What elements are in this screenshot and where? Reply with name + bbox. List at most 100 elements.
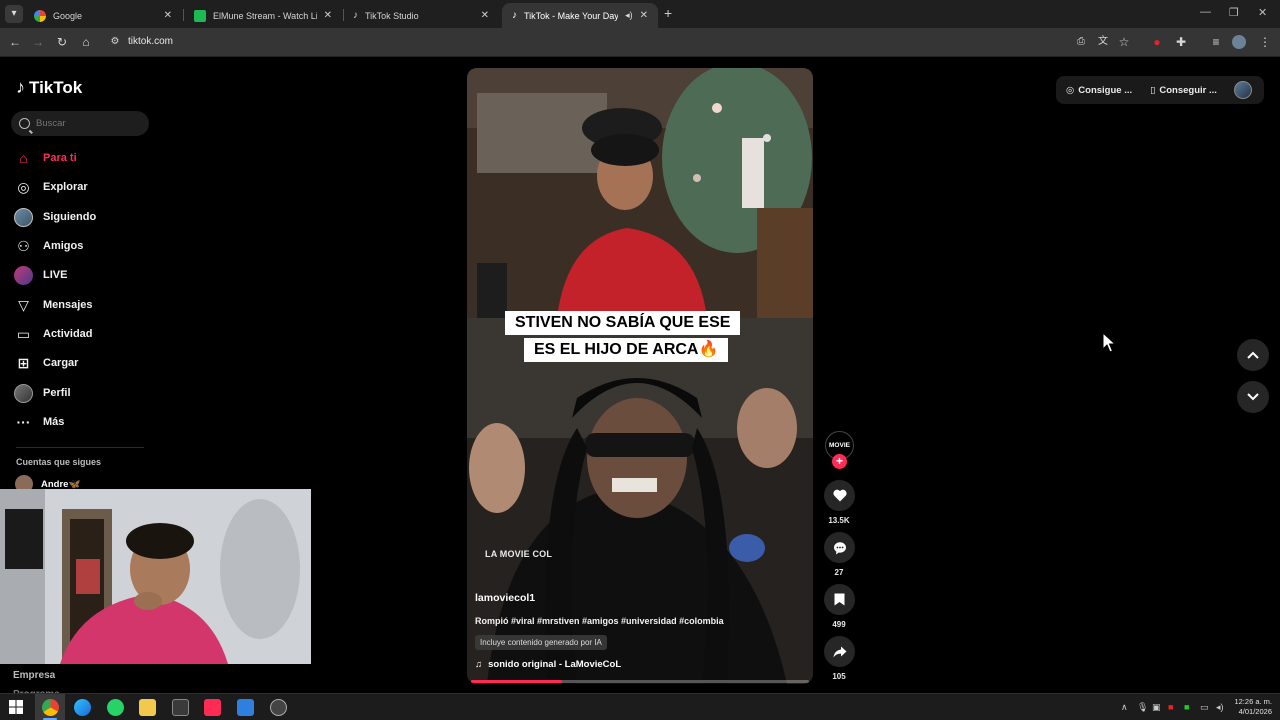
screen: { "browser": { "tabs": [ {"title": "Goog… (0, 0, 1280, 720)
extensions-puzzle-icon[interactable]: ✚ (1173, 34, 1189, 50)
comment-icon (833, 541, 846, 554)
site-info-icon[interactable]: ⚙ (107, 34, 123, 50)
creator-avatar-label: MOVIE (829, 442, 850, 449)
share-button[interactable] (824, 636, 855, 667)
footer-link-empresa[interactable]: Empresa (13, 670, 55, 681)
sidebar-item-mas[interactable]: ··· Más (14, 411, 65, 433)
following-avatar-icon (14, 207, 33, 227)
sidebar-item-actividad[interactable]: ▭ Actividad (14, 323, 93, 345)
sidebar-item-live[interactable]: LIVE (14, 264, 67, 286)
address-bar[interactable]: tiktok.com (128, 36, 173, 47)
video-player[interactable]: STIVEN NO SABÍA QUE ESE ES EL HIJO DE AR… (467, 68, 813, 684)
extension-record-icon[interactable]: ● (1149, 34, 1165, 50)
close-tab-icon[interactable]: ✕ (481, 10, 489, 21)
windows-taskbar: ∧ 🎙 ▣ ■ ■ ▭ ◂) 12:26 a. m. 4/01/2026 (0, 693, 1280, 720)
windows-start-icon[interactable] (8, 699, 25, 716)
comment-button[interactable] (824, 532, 855, 563)
close-tab-icon[interactable]: ✕ (640, 10, 648, 21)
video-description[interactable]: Rompió #viral #mrstiven #amigos #univers… (475, 616, 724, 626)
video-author-username[interactable]: lamoviecol1 (475, 592, 535, 604)
file-explorer-icon[interactable] (139, 699, 156, 716)
sidebar-item-perfil[interactable]: Perfil (14, 382, 71, 404)
volume-icon[interactable]: ◂) (1216, 702, 1224, 713)
sidebar-item-label: Mensajes (43, 299, 93, 311)
get-app-button[interactable]: ▯ Conseguir ... (1150, 85, 1217, 96)
like-count: 13.5K (828, 516, 850, 525)
forward-arrow-icon[interactable]: → (30, 34, 46, 50)
sidebar-item-label: LIVE (43, 269, 68, 281)
tray-green-app-icon[interactable]: ■ (1184, 702, 1189, 712)
tab-tiktok-active[interactable]: ♪ TikTok - Make Your Day ◂) ✕ (502, 3, 658, 28)
whatsapp-icon[interactable] (107, 699, 124, 716)
previous-video-button[interactable] (1237, 339, 1269, 371)
store-icon[interactable] (172, 699, 189, 716)
sidebar-item-amigos[interactable]: ⚇ Amigos (14, 235, 83, 257)
menu-dots-icon[interactable]: ⋮ (1257, 34, 1273, 50)
upload-icon: ⊞ (17, 354, 30, 371)
chrome-icon[interactable] (42, 699, 59, 716)
microphone-icon[interactable]: 🎙 (1137, 702, 1148, 713)
sidebar-item-cargar[interactable]: ⊞ Cargar (14, 352, 79, 374)
sidebar-item-para-ti[interactable]: ⌂ Para ti (14, 147, 76, 169)
webcam-feed-image (0, 489, 311, 664)
sidebar-item-label: Actividad (43, 328, 93, 340)
maximize-icon[interactable]: ❐ (1229, 6, 1239, 19)
sidebar-item-label: Cargar (43, 357, 79, 369)
obs-icon[interactable] (270, 699, 287, 716)
bookmark-star-icon[interactable]: ☆ (1116, 34, 1132, 50)
new-tab-button[interactable]: + (664, 5, 672, 21)
user-avatar[interactable] (1234, 81, 1252, 99)
home-icon[interactable]: ⌂ (78, 34, 94, 50)
save-button[interactable] (824, 584, 855, 615)
sound-title: sonido original - LaMovieCoL (488, 659, 622, 670)
close-tab-icon[interactable]: ✕ (324, 10, 332, 21)
profile-avatar-icon[interactable] (1232, 35, 1246, 49)
back-arrow-icon[interactable]: ← (7, 34, 23, 50)
tiktok-logo[interactable]: ♪ TikTok (16, 77, 82, 98)
network-icon[interactable]: ▭ (1200, 702, 1209, 713)
translate-icon[interactable]: 文 (1095, 34, 1111, 50)
tray-chevron-icon[interactable]: ∧ (1121, 702, 1128, 713)
video-caption-line-1: STIVEN NO SABÍA QUE ESE (505, 311, 741, 335)
sidebar-item-mensajes[interactable]: ▽ Mensajes (14, 294, 93, 316)
sidebar-item-label: Perfil (43, 387, 71, 399)
get-coins-button[interactable]: ◎ Consigue ... (1066, 85, 1132, 96)
get-app-label: Conseguir ... (1159, 84, 1217, 96)
install-app-icon[interactable]: ⎙ (1073, 34, 1089, 50)
edge-icon[interactable] (74, 699, 91, 716)
speaker-icon[interactable]: ◂) (625, 10, 633, 21)
tray-app-icon[interactable]: ▣ (1152, 702, 1161, 713)
like-button[interactable] (824, 480, 855, 511)
window-close-icon[interactable]: ✕ (1258, 6, 1267, 19)
tray-red-app-icon[interactable]: ■ (1168, 702, 1173, 712)
close-tab-icon[interactable]: ✕ (164, 10, 172, 21)
search-input[interactable] (36, 118, 146, 129)
video-progress-bar[interactable] (471, 680, 809, 683)
reload-icon[interactable]: ↻ (54, 34, 70, 50)
sidebar-item-explorar[interactable]: ◎ Explorar (14, 176, 87, 198)
tab-tiktok-studio[interactable]: ♪ TikTok Studio ✕ (343, 3, 499, 28)
kick-favicon-icon (194, 9, 206, 22)
taskbar-clock[interactable]: 12:26 a. m. 4/01/2026 (1234, 697, 1272, 717)
tab-title: ElMune Stream - Watch Live on (213, 10, 317, 21)
clock-date: 4/01/2026 (1238, 707, 1272, 716)
get-coins-label: Consigue ... (1078, 84, 1133, 96)
tiktok-app-icon[interactable] (204, 699, 221, 716)
follow-button[interactable]: + (832, 454, 847, 469)
next-video-button[interactable] (1237, 381, 1269, 413)
tab-search-button[interactable]: ▾ (5, 5, 23, 23)
media-control-icon[interactable]: ≡ (1208, 34, 1224, 50)
browser-tab-strip: ▾ Google ✕ ElMune Stream - Watch Live on… (0, 0, 1280, 28)
live-icon (14, 265, 33, 285)
save-count: 499 (832, 620, 846, 629)
chevron-down-icon (1247, 393, 1259, 401)
sidebar-item-siguiendo[interactable]: Siguiendo (14, 206, 96, 228)
video-sound[interactable]: ♫ sonido original - LaMovieCoL (475, 659, 621, 670)
minimize-icon[interactable]: — (1200, 6, 1211, 18)
search-box[interactable] (11, 111, 149, 136)
tab-google[interactable]: Google ✕ (24, 3, 182, 28)
bookmark-icon (834, 593, 845, 606)
tiktok-logo-icon: ♪ (16, 77, 25, 97)
app-icon[interactable] (237, 699, 254, 716)
tab-elmune[interactable]: ElMune Stream - Watch Live on ✕ (184, 3, 342, 28)
